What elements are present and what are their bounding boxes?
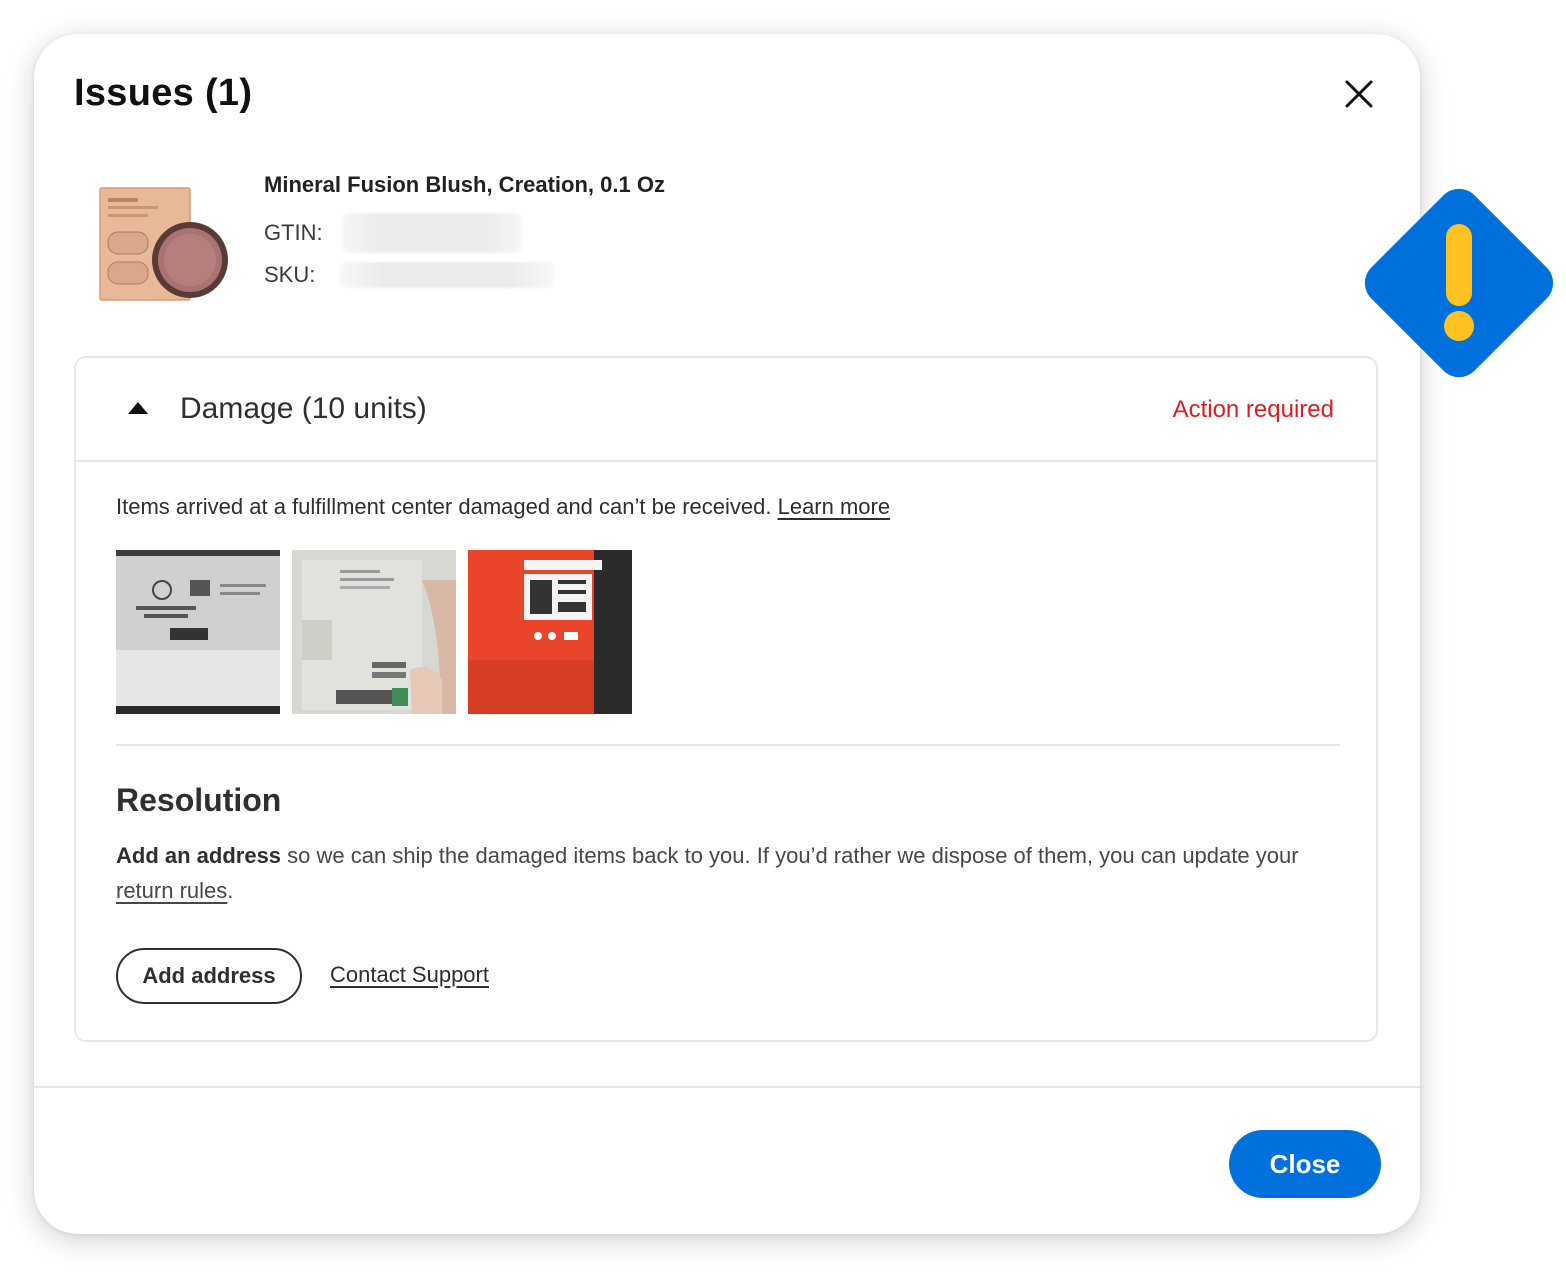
issue-card: Damage (10 units) Action required Items …	[74, 356, 1378, 1042]
product-info: Mineral Fusion Blush, Creation, 0.1 Oz G…	[264, 172, 665, 296]
gtin-label: GTIN:	[264, 220, 323, 245]
issue-description: Items arrived at a fulfillment center da…	[116, 494, 890, 520]
learn-more-link[interactable]: Learn more	[778, 494, 891, 519]
return-rules-link[interactable]: return rules	[116, 878, 227, 903]
exclamation-diamond-icon	[1352, 176, 1566, 390]
gtin-redacted	[342, 213, 522, 253]
sku-redacted	[340, 262, 554, 288]
gtin-row: GTIN:	[264, 212, 665, 254]
status-badge: Action required	[1172, 396, 1334, 423]
modal-title: Issues (1)	[74, 72, 253, 114]
resolution-body: so we can ship the damaged items back to…	[281, 843, 1299, 868]
footer-divider	[34, 1086, 1420, 1088]
issues-modal: Issues (1) Mineral Fusion Blush, Creatio…	[34, 34, 1420, 1234]
sku-row: SKU:	[264, 254, 665, 296]
add-address-button[interactable]: Add address	[116, 948, 302, 1004]
issue-description-text: Items arrived at a fulfillment center da…	[116, 494, 772, 519]
close-button[interactable]: Close	[1229, 1130, 1381, 1198]
resolution-bold-lead: Add an address	[116, 843, 282, 868]
issue-title: Damage (10 units)	[180, 392, 427, 425]
issue-header[interactable]: Damage (10 units) Action required	[76, 358, 1376, 462]
stage: Issues (1) Mineral Fusion Blush, Creatio…	[0, 0, 1566, 1276]
resolution-end: .	[227, 878, 234, 903]
damage-photo[interactable]	[292, 550, 456, 714]
product-name: Mineral Fusion Blush, Creation, 0.1 Oz	[264, 172, 665, 197]
caret-up-icon[interactable]	[128, 402, 148, 414]
damage-photos	[116, 550, 632, 714]
section-divider	[116, 744, 1340, 746]
resolution-text: Add an address so we can ship the damage…	[116, 838, 1326, 908]
sku-label: SKU:	[264, 262, 316, 287]
resolution-title: Resolution	[116, 782, 282, 818]
product-image	[94, 174, 234, 304]
contact-support-link[interactable]: Contact Support	[330, 962, 489, 988]
close-icon[interactable]	[1339, 74, 1379, 114]
damage-photo[interactable]	[116, 550, 280, 714]
damage-photo[interactable]	[468, 550, 632, 714]
